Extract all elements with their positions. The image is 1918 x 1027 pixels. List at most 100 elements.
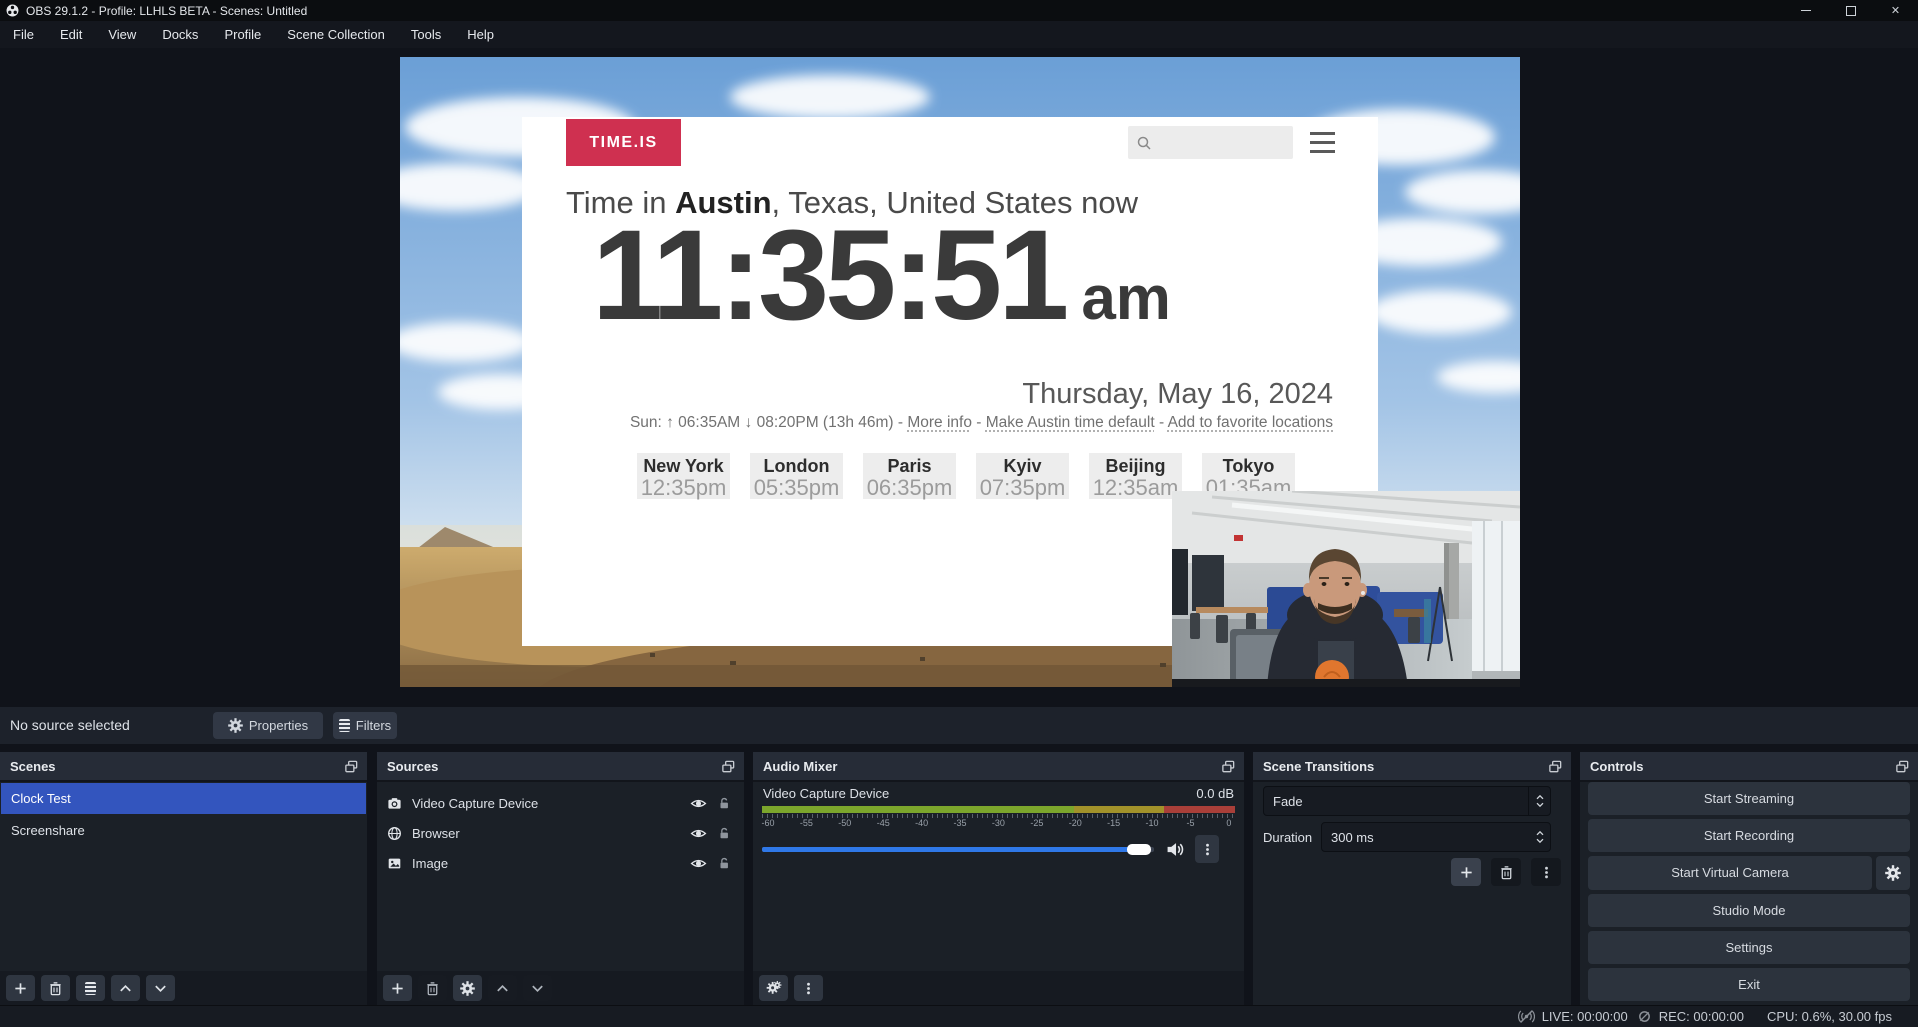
controls-panel-header[interactable]: Controls	[1580, 752, 1918, 782]
window-titlebar: OBS 29.1.2 - Profile: LLHLS BETA - Scene…	[0, 0, 1918, 21]
scene-item-clock-test[interactable]: Clock Test	[1, 783, 366, 814]
move-scene-up-button[interactable]	[111, 975, 140, 1001]
dock-panels: Scenes Clock Test Screenshare Sources Vi…	[0, 752, 1918, 1005]
menu-file[interactable]: File	[0, 21, 47, 48]
chevron-up-icon	[1535, 830, 1545, 836]
add-scene-button[interactable]	[6, 975, 35, 1001]
transition-selected-value: Fade	[1273, 794, 1528, 809]
channel-options-button[interactable]	[1195, 835, 1219, 863]
image-icon	[387, 856, 402, 871]
tick-label: -30	[987, 818, 1009, 828]
start-recording-button[interactable]: Start Recording	[1588, 819, 1910, 852]
lock-icon[interactable]	[717, 856, 731, 870]
city-name: Kyiv	[976, 456, 1069, 476]
move-source-up-button[interactable]	[488, 975, 517, 1001]
menu-tools[interactable]: Tools	[398, 21, 454, 48]
audio-mixer-panel-header[interactable]: Audio Mixer	[753, 752, 1244, 782]
source-item-image[interactable]: Image	[378, 848, 743, 878]
tick-label: -60	[757, 818, 779, 828]
move-source-down-button[interactable]	[523, 975, 552, 1001]
add-favorite-link: Add to favorite locations	[1168, 414, 1333, 431]
duration-spinbox[interactable]: 300 ms	[1321, 822, 1551, 852]
dots-vertical-icon	[801, 981, 816, 996]
chevron-down-icon	[530, 981, 545, 996]
visibility-eye-icon[interactable]	[690, 825, 707, 842]
mixer-options-button[interactable]	[794, 975, 823, 1001]
properties-button[interactable]: Properties	[213, 712, 323, 739]
duration-spinner[interactable]	[1529, 823, 1550, 851]
speaker-icon[interactable]	[1166, 841, 1185, 858]
volume-slider-handle[interactable]	[1127, 844, 1151, 855]
lock-icon[interactable]	[717, 796, 731, 810]
popout-icon[interactable]	[721, 759, 736, 774]
sources-panel-header[interactable]: Sources	[377, 752, 744, 782]
popout-icon[interactable]	[344, 759, 359, 774]
tick-label: -40	[911, 818, 933, 828]
menu-scene-collection[interactable]: Scene Collection	[274, 21, 398, 48]
advanced-audio-button[interactable]	[759, 975, 788, 1001]
source-item-browser[interactable]: Browser	[378, 818, 743, 848]
popout-icon[interactable]	[1221, 759, 1236, 774]
close-button[interactable]: ✕	[1873, 0, 1918, 21]
city-card-london: London05:35pm	[750, 453, 843, 499]
scene-item-label: Screenshare	[11, 823, 85, 838]
scenes-panel-header[interactable]: Scenes	[0, 752, 367, 782]
minimize-icon	[1801, 10, 1811, 11]
start-virtual-camera-button[interactable]: Start Virtual Camera	[1588, 856, 1872, 889]
studio-mode-button[interactable]: Studio Mode	[1588, 894, 1910, 927]
timeis-logo: TIME.IS	[566, 119, 681, 166]
transition-select[interactable]: Fade	[1263, 786, 1551, 816]
visibility-eye-icon[interactable]	[690, 855, 707, 872]
menu-bar: File Edit View Docks Profile Scene Colle…	[0, 21, 1918, 49]
add-source-button[interactable]	[383, 975, 412, 1001]
scene-transitions-panel-title: Scene Transitions	[1263, 759, 1374, 774]
chevron-up-icon	[495, 981, 510, 996]
menu-help[interactable]: Help	[454, 21, 507, 48]
scene-item-screenshare[interactable]: Screenshare	[1, 815, 366, 846]
remove-transition-button[interactable]	[1491, 858, 1521, 886]
transition-select-spinner[interactable]	[1528, 787, 1550, 815]
meter-green-zone	[762, 806, 1074, 813]
tick-label: -55	[795, 818, 817, 828]
chevron-down-icon	[153, 981, 168, 996]
controls-panel-title: Controls	[1590, 759, 1643, 774]
exit-button[interactable]: Exit	[1588, 968, 1910, 1001]
obs-logo-icon	[6, 4, 19, 17]
menu-docks[interactable]: Docks	[149, 21, 211, 48]
lock-icon[interactable]	[717, 826, 731, 840]
menu-view[interactable]: View	[95, 21, 149, 48]
move-scene-down-button[interactable]	[146, 975, 175, 1001]
popout-icon[interactable]	[1895, 759, 1910, 774]
webcam-video-source[interactable]	[1172, 491, 1520, 687]
popout-icon[interactable]	[1548, 759, 1563, 774]
add-transition-button[interactable]	[1451, 858, 1481, 886]
maximize-button[interactable]	[1828, 0, 1873, 21]
properties-label: Properties	[249, 718, 308, 733]
start-streaming-button[interactable]: Start Streaming	[1588, 782, 1910, 815]
city-name: London	[750, 456, 843, 476]
remove-scene-button[interactable]	[41, 975, 70, 1001]
make-default-link: Make Austin time default	[986, 414, 1155, 431]
menu-edit[interactable]: Edit	[47, 21, 95, 48]
settings-button[interactable]: Settings	[1588, 931, 1910, 964]
preview-canvas[interactable]: TIME.IS Time in Austin, Texas, United St…	[400, 57, 1520, 687]
remove-source-button[interactable]	[418, 975, 447, 1001]
double-gear-icon	[765, 980, 782, 997]
visibility-eye-icon[interactable]	[690, 795, 707, 812]
minimize-button[interactable]	[1783, 0, 1828, 21]
scene-transitions-panel-header[interactable]: Scene Transitions	[1253, 752, 1571, 782]
transition-options-button[interactable]	[1531, 858, 1561, 886]
scene-filters-button[interactable]	[76, 975, 105, 1001]
trash-icon	[1499, 865, 1514, 880]
source-item-video-capture[interactable]: Video Capture Device	[378, 788, 743, 818]
live-timer: LIVE: 00:00:00	[1542, 1009, 1628, 1024]
audio-mixer-panel-title: Audio Mixer	[763, 759, 837, 774]
city-time: 12:35am	[1089, 476, 1182, 499]
source-properties-button[interactable]	[453, 975, 482, 1001]
filters-button[interactable]: Filters	[333, 712, 397, 739]
virtual-camera-config-button[interactable]	[1876, 856, 1910, 889]
volume-slider[interactable]	[762, 847, 1154, 852]
record-inactive-icon	[1637, 1009, 1652, 1024]
menu-profile[interactable]: Profile	[211, 21, 274, 48]
tick-label: -50	[834, 818, 856, 828]
